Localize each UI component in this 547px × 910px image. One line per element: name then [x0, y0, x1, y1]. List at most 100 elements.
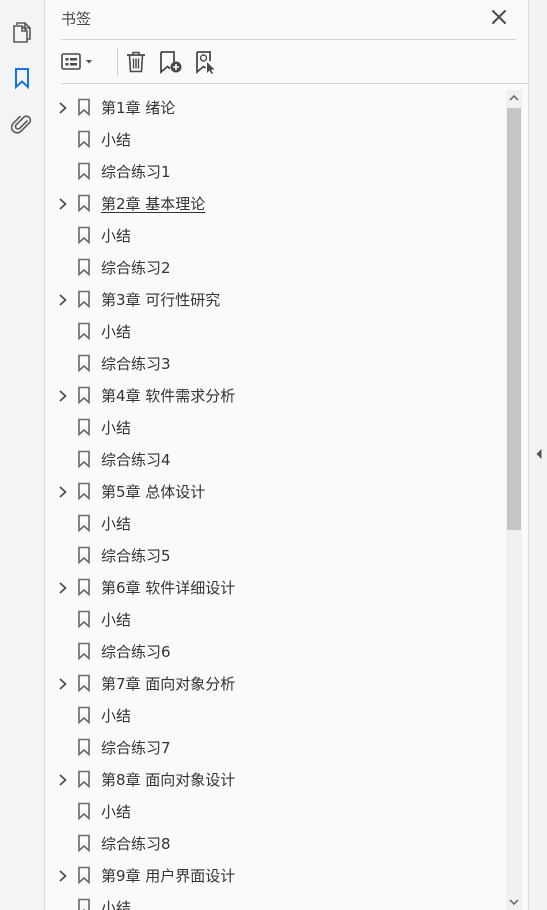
bookmark-row[interactable]: 第3章 可行性研究	[46, 283, 506, 315]
bookmark-label[interactable]: 第1章 绪论	[101, 97, 175, 118]
bookmark-item-icon	[77, 642, 91, 661]
bookmark-row[interactable]: 第1章 绪论	[46, 91, 506, 123]
bookmark-row[interactable]: 综合练习1	[46, 155, 506, 187]
pages-icon	[13, 22, 31, 43]
expand-button[interactable]	[57, 868, 69, 882]
bookmark-item-icon	[77, 514, 91, 533]
bookmark-item-icon	[77, 674, 91, 693]
navigation-rail	[0, 0, 45, 910]
bookmark-item-icon	[77, 354, 91, 373]
options-menu-button[interactable]	[61, 49, 97, 75]
bookmark-label[interactable]: 第5章 总体设计	[101, 481, 205, 502]
bookmark-row[interactable]: 第9章 用户界面设计	[46, 859, 506, 891]
scroll-down-button[interactable]	[506, 894, 522, 910]
bookmark-label[interactable]: 综合练习6	[101, 641, 171, 662]
bookmark-row[interactable]: 综合练习7	[46, 731, 506, 763]
attachments-button[interactable]	[8, 110, 36, 138]
bookmark-row[interactable]: 小结	[46, 507, 506, 539]
bookmark-item-icon	[77, 578, 91, 597]
chevron-down-icon	[509, 899, 519, 906]
bookmark-label[interactable]: 小结	[101, 321, 131, 342]
bookmark-row[interactable]: 综合练习8	[46, 827, 506, 859]
bookmark-label[interactable]: 综合练习7	[101, 737, 171, 758]
bookmark-item-icon	[77, 194, 91, 213]
expand-button[interactable]	[57, 772, 69, 786]
bookmarks-button[interactable]	[8, 64, 36, 92]
expand-button[interactable]	[57, 100, 69, 114]
caret-left-icon	[536, 449, 542, 459]
bookmark-label[interactable]: 第2章 基本理论	[101, 193, 205, 214]
bookmark-row[interactable]: 综合练习5	[46, 539, 506, 571]
bookmark-item-icon	[77, 610, 91, 629]
chevron-right-icon	[59, 870, 67, 882]
expand-button[interactable]	[57, 196, 69, 210]
bookmark-row[interactable]: 综合练习2	[46, 251, 506, 283]
bookmark-row[interactable]: 第2章 基本理论	[46, 187, 506, 219]
delete-button[interactable]	[123, 49, 149, 75]
bookmark-item-icon	[77, 290, 91, 309]
expand-button[interactable]	[57, 580, 69, 594]
bookmark-label[interactable]: 第3章 可行性研究	[101, 289, 220, 310]
bookmark-label[interactable]: 第9章 用户界面设计	[101, 865, 235, 886]
bookmark-label[interactable]: 综合练习8	[101, 833, 171, 854]
scroll-up-button[interactable]	[506, 90, 522, 106]
bookmark-row[interactable]: 小结	[46, 219, 506, 251]
expand-button[interactable]	[57, 292, 69, 306]
bookmark-row[interactable]: 综合练习6	[46, 635, 506, 667]
bookmark-row[interactable]: 第6章 软件详细设计	[46, 571, 506, 603]
bookmark-item-icon	[77, 322, 91, 341]
bookmark-row[interactable]: 第8章 面向对象设计	[46, 763, 506, 795]
options-menu-icon	[61, 53, 92, 70]
bookmark-row[interactable]: 第4章 软件需求分析	[46, 379, 506, 411]
close-button[interactable]	[490, 8, 508, 26]
delete-icon	[127, 51, 145, 73]
bookmark-row[interactable]: 小结	[46, 795, 506, 827]
bookmark-row[interactable]: 小结	[46, 891, 506, 910]
bookmark-item-icon	[77, 738, 91, 757]
bookmark-label[interactable]: 综合练习4	[101, 449, 171, 470]
bookmark-label[interactable]: 第8章 面向对象设计	[101, 769, 235, 790]
bookmark-label[interactable]: 第6章 软件详细设计	[101, 577, 235, 598]
bookmark-row[interactable]: 小结	[46, 411, 506, 443]
bookmark-row[interactable]: 小结	[46, 315, 506, 347]
chevron-right-icon	[59, 582, 67, 594]
bookmark-row[interactable]: 小结	[46, 699, 506, 731]
bookmark-row[interactable]: 第5章 总体设计	[46, 475, 506, 507]
scroll-thumb[interactable]	[507, 108, 521, 530]
vertical-scrollbar[interactable]	[506, 90, 522, 910]
bookmark-label[interactable]: 小结	[101, 897, 131, 910]
bookmark-label[interactable]: 第4章 软件需求分析	[101, 385, 235, 406]
bookmark-label[interactable]: 小结	[101, 513, 131, 534]
bookmark-item-icon	[77, 386, 91, 405]
panel-splitter[interactable]	[528, 0, 547, 910]
bookmark-label[interactable]: 小结	[101, 705, 131, 726]
bookmark-label[interactable]: 综合练习5	[101, 545, 171, 566]
bookmark-label[interactable]: 综合练习3	[101, 353, 171, 374]
bookmarks-panel: 书签 第1章 绪论 小结 综合练习1 第2章 基本理论 小结 综合练习2 第3章…	[46, 0, 528, 910]
bookmarks-toolbar	[61, 40, 528, 84]
new-bookmark-button[interactable]	[157, 49, 185, 75]
chevron-up-icon	[509, 94, 519, 101]
chevron-right-icon	[59, 774, 67, 786]
expand-button[interactable]	[57, 484, 69, 498]
bookmark-row[interactable]: 综合练习4	[46, 443, 506, 475]
bookmark-row[interactable]: 小结	[46, 603, 506, 635]
bookmark-row[interactable]: 小结	[46, 123, 506, 155]
bookmark-label[interactable]: 小结	[101, 225, 131, 246]
bookmark-label[interactable]: 小结	[101, 417, 131, 438]
bookmark-item-icon	[77, 162, 91, 181]
bookmark-from-selection-button[interactable]	[193, 49, 221, 75]
bookmark-row[interactable]: 综合练习3	[46, 347, 506, 379]
bookmark-label[interactable]: 小结	[101, 129, 131, 150]
bookmark-label[interactable]: 综合练习2	[101, 257, 171, 278]
collapse-panel-button[interactable]	[534, 446, 544, 460]
bookmark-row[interactable]: 第7章 面向对象分析	[46, 667, 506, 699]
bookmark-label[interactable]: 第7章 面向对象分析	[101, 673, 235, 694]
expand-button[interactable]	[57, 388, 69, 402]
bookmark-label[interactable]: 综合练习1	[101, 161, 171, 182]
pages-button[interactable]	[8, 18, 36, 46]
bookmark-label[interactable]: 小结	[101, 609, 131, 630]
bookmark-label[interactable]: 小结	[101, 801, 131, 822]
expand-button[interactable]	[57, 676, 69, 690]
new-bookmark-icon	[160, 51, 182, 74]
